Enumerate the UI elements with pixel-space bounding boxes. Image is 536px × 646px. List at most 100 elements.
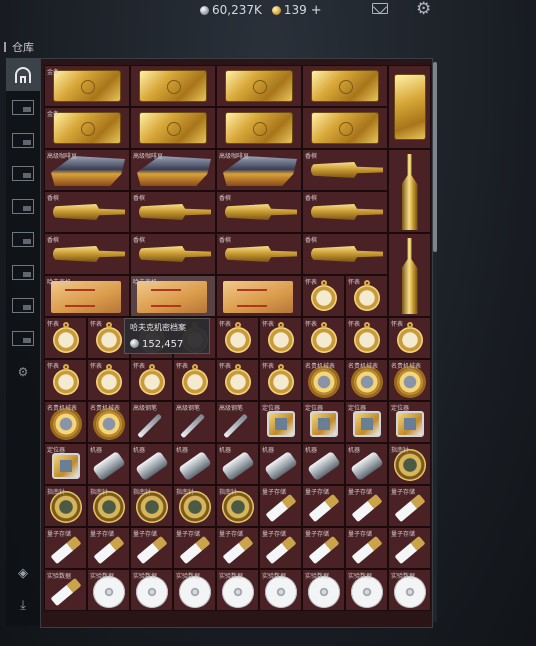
inventory-slot[interactable]: 量子存储 [216, 527, 259, 569]
inventory-slot[interactable]: 定位器 [302, 401, 345, 443]
scrollbar[interactable] [433, 62, 437, 622]
inventory-slot[interactable]: 怀表 [388, 317, 431, 359]
inventory-slot[interactable]: 香槟 [302, 191, 388, 233]
inventory-slot[interactable]: 实验数据 [173, 569, 216, 611]
inventory-slot[interactable]: 定位器 [259, 401, 302, 443]
inventory-slot[interactable]: 怀表 [44, 317, 87, 359]
sidebar-tab-8[interactable] [6, 322, 40, 355]
inventory-slot[interactable]: 高级钢笔 [216, 401, 259, 443]
sidebar-tab-7[interactable] [6, 289, 40, 322]
inventory-slot[interactable]: 指南针 [173, 485, 216, 527]
inventory-slot[interactable]: 指南针 [388, 443, 431, 485]
inventory-slot[interactable]: 怀表 [259, 359, 302, 401]
inventory-slot[interactable]: 怀表 [302, 317, 345, 359]
inventory-slot[interactable]: 机器 [173, 443, 216, 485]
inventory-slot[interactable]: 怀表 [87, 359, 130, 401]
inventory-slot[interactable]: 名贵机械表 [302, 359, 345, 401]
inventory-slot[interactable]: 香槟 [130, 233, 216, 275]
inventory-slot[interactable]: 名贵机械表 [345, 359, 388, 401]
scrollbar-thumb[interactable] [433, 62, 437, 252]
inventory-slot[interactable]: 量子存储 [44, 527, 87, 569]
sidebar-tab-6[interactable] [6, 256, 40, 289]
inventory-slot[interactable]: 香槟 [130, 191, 216, 233]
inventory-slot[interactable]: 金条 [44, 107, 130, 149]
inventory-slot[interactable]: 实验数据 [302, 569, 345, 611]
inventory-slot[interactable] [388, 65, 431, 149]
inventory-slot[interactable]: 机器 [87, 443, 130, 485]
inventory-slot[interactable]: 量子存储 [345, 527, 388, 569]
inventory-slot[interactable]: 实验数据 [44, 569, 87, 611]
inventory-slot[interactable]: 定位器 [44, 443, 87, 485]
inventory-slot[interactable]: 香槟 [216, 233, 302, 275]
inventory-slot[interactable]: 实验数据 [259, 569, 302, 611]
inventory-slot[interactable]: 香槟 [302, 233, 388, 275]
inventory-slot[interactable]: 名贵机械表 [87, 401, 130, 443]
inventory-slot[interactable]: 机器 [216, 443, 259, 485]
inventory-slot[interactable]: 量子存储 [345, 485, 388, 527]
inventory-slot[interactable]: 指南针 [130, 485, 173, 527]
inventory-slot[interactable] [130, 65, 216, 107]
sidebar-tab-2[interactable] [6, 124, 40, 157]
inventory-slot[interactable] [388, 233, 431, 317]
inventory-slot[interactable]: 量子存储 [173, 527, 216, 569]
inventory-slot[interactable]: 怀表 [216, 317, 259, 359]
inventory-slot[interactable] [216, 275, 302, 317]
inventory-slot[interactable]: 定位器 [388, 401, 431, 443]
inventory-slot[interactable]: 怀表 [216, 359, 259, 401]
inventory-slot[interactable]: 机器 [302, 443, 345, 485]
sidebar-tab-3[interactable] [6, 157, 40, 190]
inventory-slot[interactable] [388, 149, 431, 233]
inventory-slot[interactable]: 怀表 [302, 275, 345, 317]
inventory-slot[interactable]: 定位器 [345, 401, 388, 443]
inventory-slot[interactable]: 名贵机械表 [388, 359, 431, 401]
inventory-slot[interactable]: 高级咖啡豆 [216, 149, 302, 191]
sidebar-tab-1[interactable] [6, 91, 40, 124]
inventory-slot[interactable]: 实验数据 [388, 569, 431, 611]
inventory-slot[interactable]: 量子存储 [388, 527, 431, 569]
layers-button[interactable]: ◈ [6, 566, 40, 581]
inventory-slot[interactable]: 量子存储 [130, 527, 173, 569]
inventory-slot[interactable]: 实验数据 [87, 569, 130, 611]
inventory-slot[interactable]: 实验数据 [216, 569, 259, 611]
settings-gear-icon[interactable]: ⚙ [416, 0, 431, 18]
inventory-slot[interactable]: 量子存储 [388, 485, 431, 527]
inventory-slot[interactable]: 机器 [345, 443, 388, 485]
inventory-slot[interactable]: 哈夫克机 [44, 275, 130, 317]
inventory-slot[interactable]: 高级咖啡豆 [130, 149, 216, 191]
inventory-slot[interactable]: 名贵机械表 [44, 401, 87, 443]
inventory-slot[interactable]: 实验数据 [345, 569, 388, 611]
inventory-slot[interactable] [130, 107, 216, 149]
inventory-slot[interactable] [216, 107, 302, 149]
inventory-slot[interactable] [302, 107, 388, 149]
inventory-slot[interactable]: 怀表 [345, 275, 388, 317]
sidebar-tab-home[interactable] [6, 58, 40, 91]
inventory-slot[interactable]: 指南针 [216, 485, 259, 527]
inventory-slot[interactable]: 机器 [130, 443, 173, 485]
sidebar-tab-4[interactable] [6, 190, 40, 223]
inventory-slot[interactable]: 指南针 [87, 485, 130, 527]
inventory-slot[interactable]: 高级咖啡豆 [44, 149, 130, 191]
inventory-slot[interactable]: 量子存储 [302, 485, 345, 527]
inventory-slot[interactable]: 高级钢笔 [173, 401, 216, 443]
add-currency-button[interactable]: + [311, 3, 322, 18]
inventory-slot[interactable]: 指南针 [44, 485, 87, 527]
inventory-slot[interactable]: 怀表 [345, 317, 388, 359]
sidebar-tab-5[interactable] [6, 223, 40, 256]
inventory-slot[interactable]: 机器 [259, 443, 302, 485]
inventory-slot[interactable] [216, 65, 302, 107]
inventory-slot[interactable]: 实验数据 [130, 569, 173, 611]
inventory-slot[interactable]: 怀表 [130, 359, 173, 401]
inventory-slot[interactable]: 量子存储 [302, 527, 345, 569]
inventory-slot[interactable]: 香槟 [216, 191, 302, 233]
inventory-slot[interactable]: 金条 [44, 65, 130, 107]
sort-button[interactable]: ⤓ [6, 598, 40, 613]
inventory-slot[interactable]: 量子存储 [259, 485, 302, 527]
inventory-slot[interactable]: 香槟 [302, 149, 388, 191]
inventory-slot[interactable]: 量子存储 [87, 527, 130, 569]
inventory-slot[interactable]: 哈夫克机 [130, 275, 216, 317]
inventory-slot[interactable]: 怀表 [173, 359, 216, 401]
sidebar-settings[interactable]: ⚙ [6, 355, 40, 388]
mail-icon[interactable] [372, 3, 388, 14]
inventory-slot[interactable]: 香槟 [44, 233, 130, 275]
inventory-slot[interactable]: 怀表 [259, 317, 302, 359]
